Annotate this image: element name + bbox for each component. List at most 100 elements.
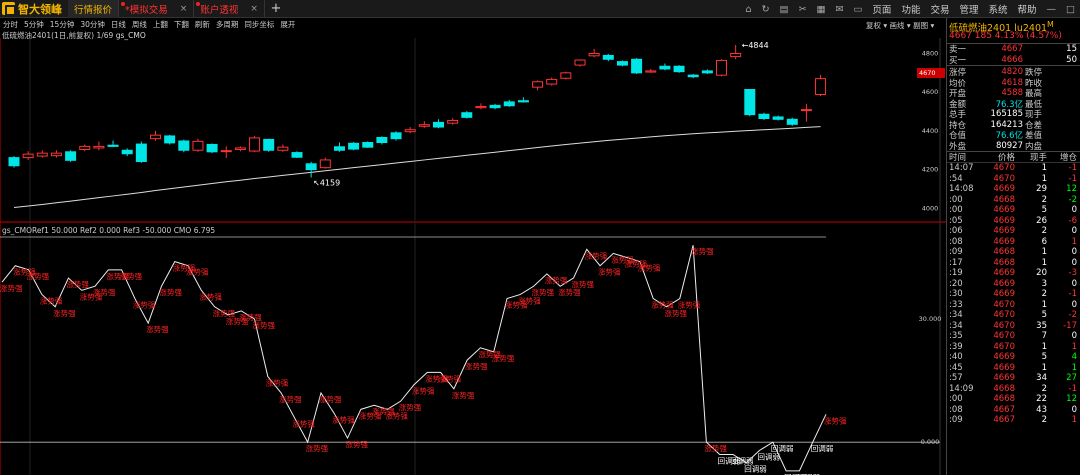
toolbar-item-multi-period[interactable]: 多周期: [213, 19, 242, 30]
toolbar-item-weekly[interactable]: 周线: [129, 19, 150, 30]
subchart-dropdown[interactable]: 副图: [913, 21, 928, 30]
stat-value: 164213: [990, 119, 1023, 130]
close-icon[interactable]: ×: [250, 4, 258, 14]
tick-time: :33: [949, 299, 963, 310]
menu-help[interactable]: 帮助: [1013, 2, 1042, 16]
price-line: 4667 185 4.13% (4.57%): [949, 31, 1062, 41]
cmo-label: 回调弱: [758, 452, 781, 461]
window-icon[interactable]: ▭: [848, 4, 867, 15]
tick-row: :05 4669 26 -6: [947, 215, 1080, 226]
adjust-dropdown[interactable]: 复权: [866, 21, 881, 30]
ticks-list[interactable]: 14:07 4670 1 -1:54 4670 1 -1 14:08 4669 29 12:00 46…: [947, 163, 1080, 426]
tick-volume: 1: [1041, 163, 1047, 174]
tick-oi-change: 0: [1071, 278, 1077, 289]
candle: [602, 54, 614, 60]
contract-title: 低硫燃油2401 lu2401M: [947, 18, 1080, 34]
col-price: 价格: [997, 152, 1015, 163]
tick-price: 4669: [993, 362, 1015, 373]
toolbar-item-intraday[interactable]: 分时: [0, 19, 21, 30]
tick-volume: 3: [1041, 278, 1047, 289]
tick-row: 14:09 4668 2 -1: [947, 383, 1080, 394]
tick-time: :09: [949, 247, 963, 258]
toolbar-item-daily[interactable]: 日线: [108, 19, 129, 30]
tick-price: 4668: [993, 394, 1015, 405]
new-tab-button[interactable]: +: [265, 1, 287, 16]
app-name: 智大领峰: [18, 2, 62, 16]
toolbar-item-page-down[interactable]: 下翻: [171, 19, 192, 30]
toolbar-item-15min[interactable]: 15分钟: [47, 19, 78, 30]
tick-volume: 34: [1036, 373, 1047, 384]
close-icon[interactable]: ×: [180, 4, 188, 14]
menu-trade[interactable]: 交易: [925, 2, 954, 16]
candle: [164, 135, 176, 144]
candle: [772, 116, 784, 120]
tick-price: 4669: [993, 352, 1015, 363]
toolbar-item-5min[interactable]: 5分钟: [21, 19, 47, 30]
draw-dropdown[interactable]: 画线: [890, 21, 905, 30]
tick-time: :19: [949, 268, 963, 279]
y-tick-label: 30.000: [919, 315, 942, 323]
tick-volume: 26: [1036, 215, 1047, 226]
tab-account-label: 账户透视: [200, 4, 239, 16]
candle: [716, 59, 727, 76]
chat-icon[interactable]: ✉: [830, 4, 848, 15]
tick-volume: 2: [1041, 194, 1047, 205]
tick-price: 4670: [993, 341, 1015, 352]
tick-time: 14:07: [949, 163, 974, 174]
cmo-label: 涨势强: [319, 394, 342, 404]
bid-row[interactable]: 买一 4666 50: [947, 54, 1080, 66]
candle: [121, 149, 133, 155]
cmo-label: 涨势强: [678, 300, 701, 310]
refresh-icon[interactable]: ↻: [757, 4, 775, 15]
toolbar-item-refresh[interactable]: 刷新: [192, 19, 213, 30]
calendar-icon[interactable]: ▦: [811, 4, 830, 15]
tick-oi-change: 0: [1071, 331, 1077, 342]
menu-bar: ⌂ ↻ ▤ ✂ ▦ ✉ ▭ 页面 功能 交易 管理 系统 帮助 — □: [741, 0, 1080, 18]
toolbar-item-expand[interactable]: 展开: [277, 19, 298, 30]
tick-price: 4669: [993, 268, 1015, 279]
candlestick-chart[interactable]: 4800 4600 4400 4200 4000 ←4844 ↖4159 30.000 0.00…: [0, 38, 946, 475]
tick-volume: 5: [1041, 310, 1047, 321]
menu-manage[interactable]: 管理: [954, 2, 983, 16]
candle: [616, 61, 628, 66]
minimize-icon[interactable]: —: [1042, 4, 1062, 15]
tick-row: :00 4669 5 0: [947, 205, 1080, 216]
cmo-label: 涨势强: [253, 320, 276, 330]
tick-oi-change: 4: [1071, 352, 1077, 363]
layout-icon[interactable]: ▤: [775, 4, 794, 15]
candle: [786, 118, 798, 125]
tick-row: :40 4669 5 4: [947, 352, 1080, 363]
candle: [574, 59, 586, 66]
stat-value: 76.3亿: [995, 99, 1023, 110]
tick-time: :17: [949, 257, 963, 268]
cmo-label: 涨势强: [704, 443, 727, 453]
tick-volume: 2: [1041, 415, 1047, 426]
tick-row: :08 4669 6 1: [947, 236, 1080, 247]
menu-page[interactable]: 页面: [867, 2, 896, 16]
tick-volume: 1: [1041, 173, 1047, 184]
order-book: 卖一 4667 15 买一 4666 50: [947, 43, 1080, 66]
tick-time: 14:09: [949, 383, 974, 394]
toolbar-item-30min[interactable]: 30分钟: [77, 19, 108, 30]
menu-function[interactable]: 功能: [896, 2, 925, 16]
candle: [93, 145, 105, 149]
tick-oi-change: -1: [1068, 173, 1077, 184]
screenshot-icon[interactable]: ✂: [794, 4, 812, 15]
tab-sim-trading[interactable]: *模拟交易 ×: [119, 0, 195, 18]
candle: [319, 159, 331, 169]
cmo-label: 涨势强: [332, 414, 355, 424]
toolbar-item-page-up[interactable]: 上翻: [150, 19, 171, 30]
maximize-icon[interactable]: □: [1061, 4, 1080, 15]
menu-system[interactable]: 系统: [983, 2, 1012, 16]
col-time: 时间: [949, 152, 967, 163]
lock-icon[interactable]: ⌂: [741, 4, 757, 15]
tick-volume: 35: [1036, 320, 1047, 331]
cmo-label: 涨势强: [292, 419, 315, 429]
tab-account[interactable]: 账户透视 ×: [194, 0, 265, 18]
tick-volume: 22: [1036, 394, 1047, 405]
tab-quotes[interactable]: 行情报价: [68, 0, 120, 18]
tick-row: 14:08 4669 29 12: [947, 184, 1080, 195]
tick-price: 4670: [993, 310, 1015, 321]
tick-time: :20: [949, 278, 963, 289]
toolbar-item-sync-axis[interactable]: 同步坐标: [241, 19, 277, 30]
